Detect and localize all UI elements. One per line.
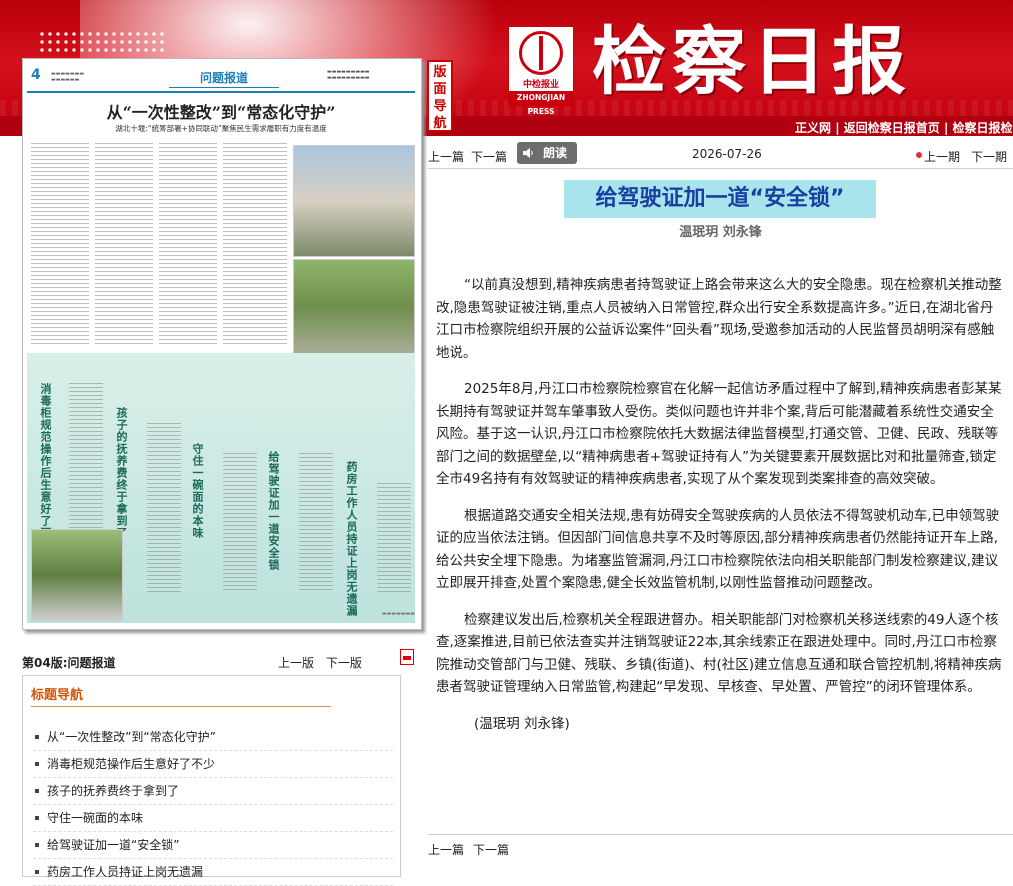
- title-nav-item-label: 从“一次性整改”到“常态化守护”: [47, 730, 216, 744]
- next-article-link-bottom[interactable]: 下一篇: [473, 841, 509, 858]
- thumb-column-title: 药房工作人员持证上岗无遗漏: [345, 461, 358, 617]
- thumb-photo-officers: [293, 145, 415, 257]
- thumb-column-title: 消毒柜规范操作后生意好了不少: [39, 383, 52, 551]
- pdf-download-icon[interactable]: [400, 649, 414, 665]
- thumb-text-column: [377, 483, 411, 593]
- bullet-icon: [35, 788, 39, 793]
- title-nav-item-label: 药房工作人员持证上岗无遗漏: [47, 865, 204, 879]
- title-nav-item-label: 给驾驶证加一道“安全锁”: [47, 838, 180, 852]
- thumb-text-column: [31, 295, 89, 347]
- header-links: 正义网 | 返回检察日报首页 | 检察日报检: [795, 121, 1013, 135]
- thumb-meta-lines: ▬▬▬▬▬▬▬ ▬▬▬▬▬▬: [51, 71, 85, 83]
- link-jiancharibao[interactable]: 检察日报检: [953, 121, 1013, 135]
- article-toolbar: 上一篇 下一篇 朗读 2026-07-26 上一期 下一期: [428, 142, 1013, 169]
- thumb-column-title: 给驾驶证加一道安全锁: [267, 451, 280, 571]
- page-navigation: 上一版 下一版: [278, 654, 370, 671]
- title-nav-item[interactable]: 守住一碗面的本味: [33, 805, 393, 832]
- page-thumbnail[interactable]: 4 ▬▬▬▬▬▬▬ ▬▬▬▬▬▬ 问题报道 ▬▬▬▬▬▬▬▬▬ ▬▬▬▬▬▬▬▬▬ …: [22, 58, 422, 630]
- read-aloud-label: 朗读: [543, 146, 568, 160]
- thumb-text-column: [223, 295, 287, 347]
- prev-page-link[interactable]: 上一版: [278, 656, 314, 670]
- bullet-icon: [35, 734, 39, 739]
- bullet-icon: [35, 842, 39, 847]
- link-home[interactable]: 返回检察日报首页: [844, 121, 940, 135]
- title-nav-item[interactable]: 给驾驶证加一道“安全锁”: [33, 832, 393, 859]
- next-issue-link[interactable]: 下一期: [971, 148, 1007, 165]
- article-author: 温珉玥 刘永锋: [679, 225, 762, 240]
- thumb-text-column: [147, 423, 181, 593]
- article-paragraph: “以前真没想到,精神疾病患者持驾驶证上路会带来这么大的安全隐患。现在检察机关推动…: [436, 277, 1002, 361]
- article-bottom-nav: 上一篇 下一篇: [428, 834, 1013, 857]
- thumb-headline: 从“一次性整改”到“常态化守护”: [106, 103, 336, 122]
- thumb-photo-outdoor: [293, 259, 415, 365]
- article-title: 给驾驶证加一道“安全锁”: [564, 180, 876, 218]
- thumb-page-header: 4 ▬▬▬▬▬▬▬ ▬▬▬▬▬▬ 问题报道 ▬▬▬▬▬▬▬▬▬ ▬▬▬▬▬▬▬▬▬: [27, 63, 415, 93]
- thumb-text-column: [223, 453, 257, 593]
- next-article-link[interactable]: 下一篇: [471, 148, 507, 165]
- title-nav-item[interactable]: 药房工作人员持证上岗无遗漏: [33, 859, 393, 886]
- press-logo[interactable]: 中检报业 ZHONGJIAN PRESS: [508, 26, 574, 116]
- title-navigation-box: 标题导航 从“一次性整改”到“常态化守护” 消毒柜规范操作后生意好了不少 孩子的…: [22, 675, 401, 886]
- thumb-text-column: [159, 295, 217, 347]
- thumb-section-title: 问题报道: [169, 69, 279, 88]
- logo-cn-text: 中检报业: [522, 80, 559, 90]
- thumb-column-title: 守住一碗面的本味: [191, 443, 204, 539]
- link-zhengyi[interactable]: 正义网: [795, 121, 831, 135]
- title-nav-divider: [31, 706, 331, 707]
- article-paragraph: 检察建议发出后,检察机关全程跟进督办。相关职能部门对检察机关移送线索的49人逐个…: [436, 611, 1002, 696]
- procuratorate-emblem-icon: [519, 31, 563, 75]
- thumb-text-column: [299, 453, 333, 593]
- thumb-subhead: 湖北十堰:“统筹部署+协同联动”聚焦民生需求履职有力度有温度: [115, 124, 327, 133]
- read-aloud-button[interactable]: 朗读: [517, 142, 577, 164]
- title-nav-item[interactable]: 孩子的抚养费终于拿到了: [33, 778, 393, 805]
- thumb-page-number: 4: [31, 67, 41, 83]
- title-nav-heading: 标题导航: [31, 688, 84, 703]
- layout-nav-tag[interactable]: 版面导航: [427, 60, 453, 132]
- title-nav-list: 从“一次性整改”到“常态化守护” 消毒柜规范操作后生意好了不少 孩子的抚养费终于…: [33, 724, 393, 886]
- title-nav-item-label: 守住一碗面的本味: [47, 811, 144, 825]
- thumb-right-meta: ▬▬▬▬▬▬▬▬▬ ▬▬▬▬▬▬▬▬▬: [327, 69, 370, 81]
- newspaper-masthead: 检察日报: [592, 19, 912, 105]
- title-nav-item-label: 消毒柜规范操作后生意好了不少: [47, 757, 216, 771]
- prev-article-link[interactable]: 上一篇: [428, 148, 464, 165]
- logo-en-text: ZHONGJIAN PRESS: [509, 91, 573, 116]
- thumb-text-column: [95, 295, 153, 347]
- article-paragraph: 2025年8月,丹江口市检察院检察官在化解一起信访矛盾过程中了解到,精神疾病患者…: [436, 381, 1002, 487]
- header-dot-pattern: [38, 30, 168, 54]
- next-page-link[interactable]: 下一版: [326, 656, 362, 670]
- thumb-text-column: [223, 143, 287, 293]
- thumb-column-title: 孩子的抚养费终于拿到了: [115, 407, 128, 539]
- thumb-footer: ▬▬▬▬▬▬▬: [381, 611, 415, 617]
- article-body: “以前真没想到,精神疾病患者持驾驶证上路会带来这么大的安全隐患。现在检察机关推动…: [436, 274, 1006, 749]
- title-nav-item-label: 孩子的抚养费终于拿到了: [47, 784, 180, 798]
- thumb-text-column: [31, 143, 89, 293]
- issue-marker-icon: [916, 152, 922, 158]
- title-nav-item[interactable]: 从“一次性整改”到“常态化守护”: [33, 724, 393, 751]
- bullet-icon: [35, 869, 39, 874]
- thumb-photo-wheelchair: [31, 529, 123, 621]
- page-label: 第04版:问题报道: [22, 656, 116, 670]
- prev-issue-link[interactable]: 上一期: [924, 148, 960, 165]
- thumb-text-column: [159, 143, 217, 293]
- issue-date: 2026-07-26: [692, 147, 762, 161]
- article-byline: (温珉玥 刘永锋): [474, 715, 570, 732]
- title-nav-item[interactable]: 消毒柜规范操作后生意好了不少: [33, 751, 393, 778]
- speaker-icon: [523, 148, 533, 158]
- bullet-icon: [35, 761, 39, 766]
- bullet-icon: [35, 815, 39, 820]
- thumb-text-column: [95, 143, 153, 293]
- article-paragraph: 根据道路交通安全相关法规,患有妨碍安全驾驶疾病的人员依法不得驾驶机动车,已申领驾…: [436, 507, 1000, 592]
- newspaper-page-image[interactable]: 4 ▬▬▬▬▬▬▬ ▬▬▬▬▬▬ 问题报道 ▬▬▬▬▬▬▬▬▬ ▬▬▬▬▬▬▬▬▬ …: [27, 63, 415, 623]
- prev-article-link-bottom[interactable]: 上一篇: [428, 841, 464, 858]
